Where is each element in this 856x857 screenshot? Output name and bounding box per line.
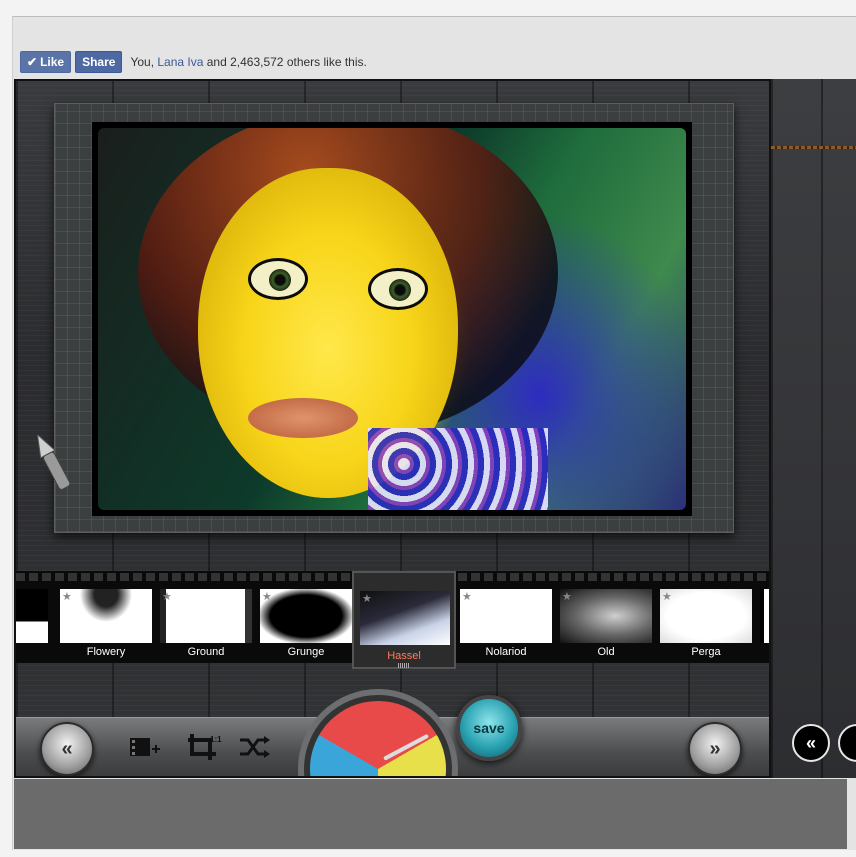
filter-thumb-image bbox=[660, 589, 752, 643]
star-icon[interactable]: ★ bbox=[462, 590, 472, 603]
filter-thumb-perga[interactable]: ★ Perga bbox=[660, 589, 752, 663]
star-icon[interactable]: ★ bbox=[662, 590, 672, 603]
collapse-panel-button[interactable]: « bbox=[792, 724, 830, 762]
star-icon[interactable]: ★ bbox=[362, 592, 372, 605]
double-chevron-left-icon: « bbox=[805, 732, 816, 753]
filter-thumb-hassel[interactable]: ★ Hassel bbox=[352, 571, 456, 669]
save-button[interactable]: save bbox=[456, 695, 522, 761]
filter-thumb-image bbox=[760, 589, 769, 643]
save-button-label: save bbox=[473, 720, 505, 736]
photo-image bbox=[98, 128, 686, 510]
filter-thumb-label: Old bbox=[597, 646, 615, 658]
shuffle-icon[interactable] bbox=[238, 734, 270, 760]
filter-thumb-image bbox=[160, 589, 252, 643]
filter-thumb-label: Grunge bbox=[287, 646, 325, 658]
star-icon[interactable]: ★ bbox=[62, 590, 72, 603]
filter-thumb-image bbox=[16, 589, 48, 643]
footer-gray-area bbox=[14, 779, 847, 849]
photo-lips bbox=[248, 398, 358, 438]
share-button-label: Share bbox=[82, 55, 116, 69]
filter-thumb-image bbox=[460, 589, 552, 643]
filter-thumb-label: Hassel bbox=[387, 650, 421, 662]
filter-thumb-ground[interactable]: ★ Ground bbox=[160, 589, 252, 663]
photo-preview[interactable] bbox=[92, 122, 692, 516]
star-icon[interactable]: ★ bbox=[262, 590, 272, 603]
photo-eye-left bbox=[248, 258, 308, 300]
filter-thumb-image bbox=[360, 591, 450, 645]
svg-text:1:1: 1:1 bbox=[210, 735, 222, 744]
filter-thumb-old[interactable]: ★ Old bbox=[560, 589, 652, 663]
previous-button[interactable]: « bbox=[40, 722, 94, 776]
filter-thumb-image bbox=[60, 589, 152, 643]
star-icon[interactable]: ★ bbox=[562, 590, 572, 603]
double-chevron-right-icon: » bbox=[709, 737, 721, 760]
filter-thumb-label: Ground bbox=[187, 646, 225, 658]
photo-dress bbox=[368, 428, 548, 510]
star-icon[interactable]: ★ bbox=[162, 590, 172, 603]
likes-friend-link[interactable]: Lana Iva bbox=[157, 55, 203, 69]
grip-icon bbox=[398, 663, 410, 668]
filter-thumb-label: Flowery bbox=[86, 646, 126, 658]
top-strip bbox=[0, 0, 856, 16]
filter-thumb-image bbox=[260, 589, 352, 643]
share-button[interactable]: Share bbox=[75, 51, 123, 73]
photo-editor-app: ★ Flowery ★ Ground ★ Grunge ★ Hassel ★ N… bbox=[14, 79, 771, 778]
side-wood-panel bbox=[771, 79, 856, 778]
filter-thumb-flowery[interactable]: ★ Flowery bbox=[60, 589, 152, 663]
likes-text: You, Lana Iva and 2,463,572 others like … bbox=[130, 55, 366, 69]
filter-thumb-grunge[interactable]: ★ Grunge bbox=[260, 589, 352, 663]
filter-thumb-label: Perga bbox=[691, 646, 721, 658]
likes-suffix: and 2,463,572 others like this. bbox=[203, 55, 367, 69]
photo-eye-right bbox=[368, 268, 428, 310]
filter-filmstrip: ★ Flowery ★ Ground ★ Grunge ★ Hassel ★ N… bbox=[16, 571, 769, 669]
next-button[interactable]: » bbox=[688, 722, 742, 776]
filter-thumb[interactable] bbox=[760, 589, 769, 663]
color-wheel bbox=[310, 701, 446, 776]
film-add-icon[interactable] bbox=[128, 734, 162, 760]
filter-thumb[interactable] bbox=[16, 589, 48, 663]
filter-thumb-label: Nolariod bbox=[485, 646, 527, 658]
crop-icon[interactable]: 1:1 bbox=[186, 732, 222, 762]
filter-thumb-nolariod[interactable]: ★ Nolariod bbox=[460, 589, 552, 663]
rope-decoration bbox=[771, 146, 856, 149]
filter-thumb-image bbox=[560, 589, 652, 643]
double-chevron-left-icon: « bbox=[61, 737, 73, 760]
like-button-label: Like bbox=[40, 55, 65, 69]
likes-prefix: You, bbox=[130, 55, 158, 69]
facebook-like-bar: ✔ Like Share You, Lana Iva and 2,463,572… bbox=[20, 51, 367, 73]
like-button[interactable]: ✔ Like bbox=[20, 51, 72, 73]
checkmark-icon: ✔ bbox=[27, 55, 38, 69]
